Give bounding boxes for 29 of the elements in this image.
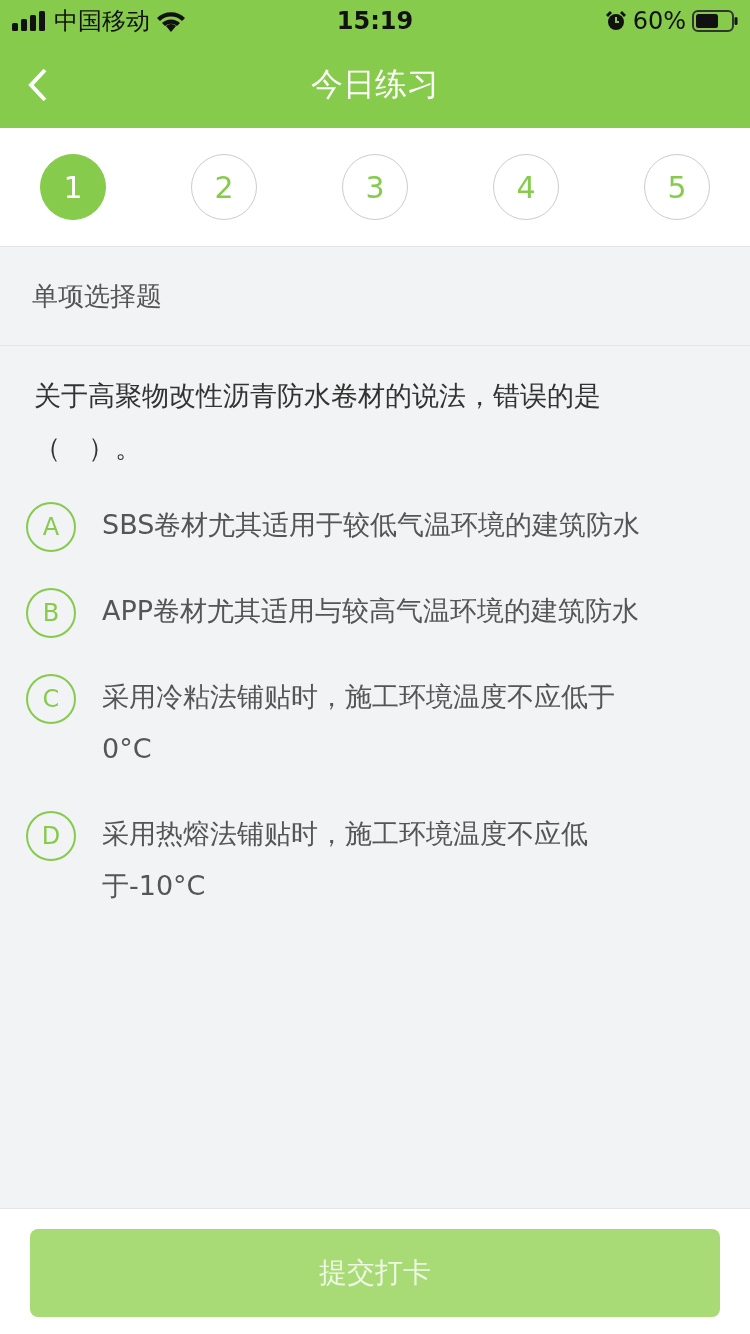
chevron-left-icon — [28, 68, 48, 102]
option-letter: D — [26, 811, 76, 861]
clock-time: 15:19 — [336, 7, 414, 35]
question-type-label: 单项选择题 — [32, 279, 162, 313]
answer-option[interactable]: D 采用热熔法铺贴时，施工环境温度不应低于-10°C — [26, 811, 724, 912]
answer-option[interactable]: B APP卷材尤其适用与较高气温环境的建筑防水 — [26, 588, 724, 638]
back-button[interactable] — [28, 68, 48, 102]
option-text: APP卷材尤其适用与较高气温环境的建筑防水 — [102, 594, 641, 628]
question-number-tab[interactable]: 3 — [342, 154, 408, 220]
option-letter: C — [26, 674, 76, 724]
battery-icon — [692, 10, 738, 32]
option-letter: B — [26, 588, 76, 638]
question-number-tab[interactable]: 1 — [40, 154, 106, 220]
question-text: 关于高聚物改性沥青防水卷材的说法，错误的是（ ）。 — [34, 379, 602, 465]
page-title: 今日练习 — [311, 64, 439, 105]
battery-percent: 60% — [632, 7, 686, 35]
question-number-tab[interactable]: 5 — [644, 154, 710, 220]
wifi-icon — [156, 10, 186, 32]
option-text: 采用热熔法铺贴时，施工环境温度不应低于-10°C — [102, 817, 589, 903]
option-text: 采用冷粘法铺贴时，施工环境温度不应低于0°C — [102, 680, 616, 766]
option-letter: A — [26, 502, 76, 552]
alarm-icon — [604, 10, 627, 32]
answer-option[interactable]: C 采用冷粘法铺贴时，施工环境温度不应低于0°C — [26, 674, 724, 775]
option-text: SBS卷材尤其适用于较低气温环境的建筑防水 — [102, 508, 642, 542]
signal-icon — [12, 11, 48, 31]
question-number-tab[interactable]: 4 — [493, 154, 559, 220]
carrier-name: 中国移动 — [54, 6, 150, 37]
answer-option[interactable]: A SBS卷材尤其适用于较低气温环境的建筑防水 — [26, 502, 724, 552]
question-number-tab[interactable]: 2 — [191, 154, 257, 220]
